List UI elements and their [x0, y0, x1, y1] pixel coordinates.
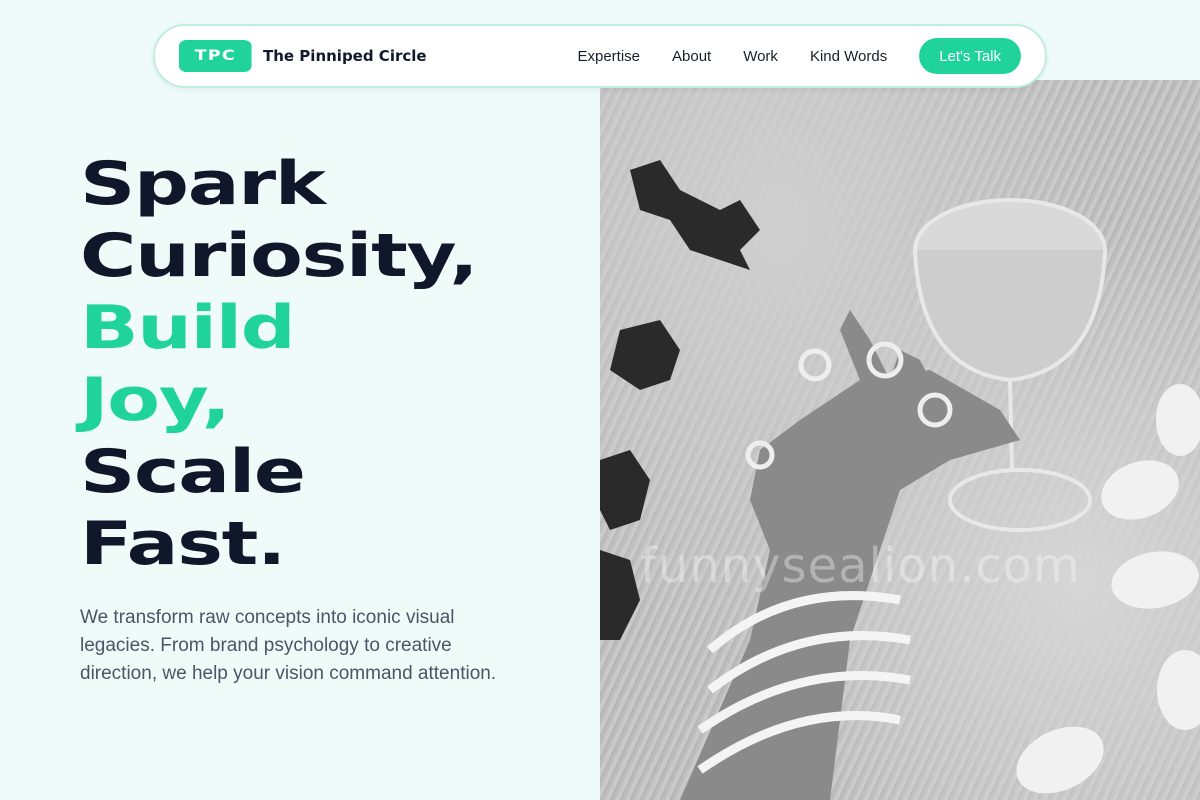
landing-page: funnysealion.com TPC The Pinniped Circle… [0, 0, 1200, 800]
nav-links: Expertise About Work Kind Words Let's Ta… [577, 38, 1021, 74]
brand-name[interactable]: The Pinniped Circle [263, 47, 427, 65]
nav-link-kind-words[interactable]: Kind Words [810, 48, 887, 65]
lets-talk-button[interactable]: Let's Talk [919, 38, 1021, 74]
logo[interactable]: TPC The Pinniped Circle [179, 40, 427, 72]
tpc-logo-icon[interactable]: TPC [179, 40, 252, 72]
heading-line-build: Build [80, 293, 296, 363]
heading-line-spark: Spark [80, 149, 326, 219]
heading-line-curiosity: Curiosity, [80, 221, 479, 291]
nav-link-work[interactable]: Work [743, 48, 778, 65]
coupe-glass [913, 198, 1107, 532]
hero-heading: Spark Curiosity, Build Joy, Scale Fast. [80, 148, 640, 580]
nav-link-about[interactable]: About [672, 48, 711, 65]
nav-link-expertise[interactable]: Expertise [577, 48, 640, 65]
top-navbar: TPC The Pinniped Circle Expertise About … [153, 24, 1047, 88]
hero-subtext: We transform raw concepts into iconic vi… [80, 607, 497, 684]
heading-line-scale: Scale [80, 437, 306, 507]
heading-line-fast: Fast. [80, 509, 286, 579]
heading-line-joy: Joy, [80, 365, 231, 435]
